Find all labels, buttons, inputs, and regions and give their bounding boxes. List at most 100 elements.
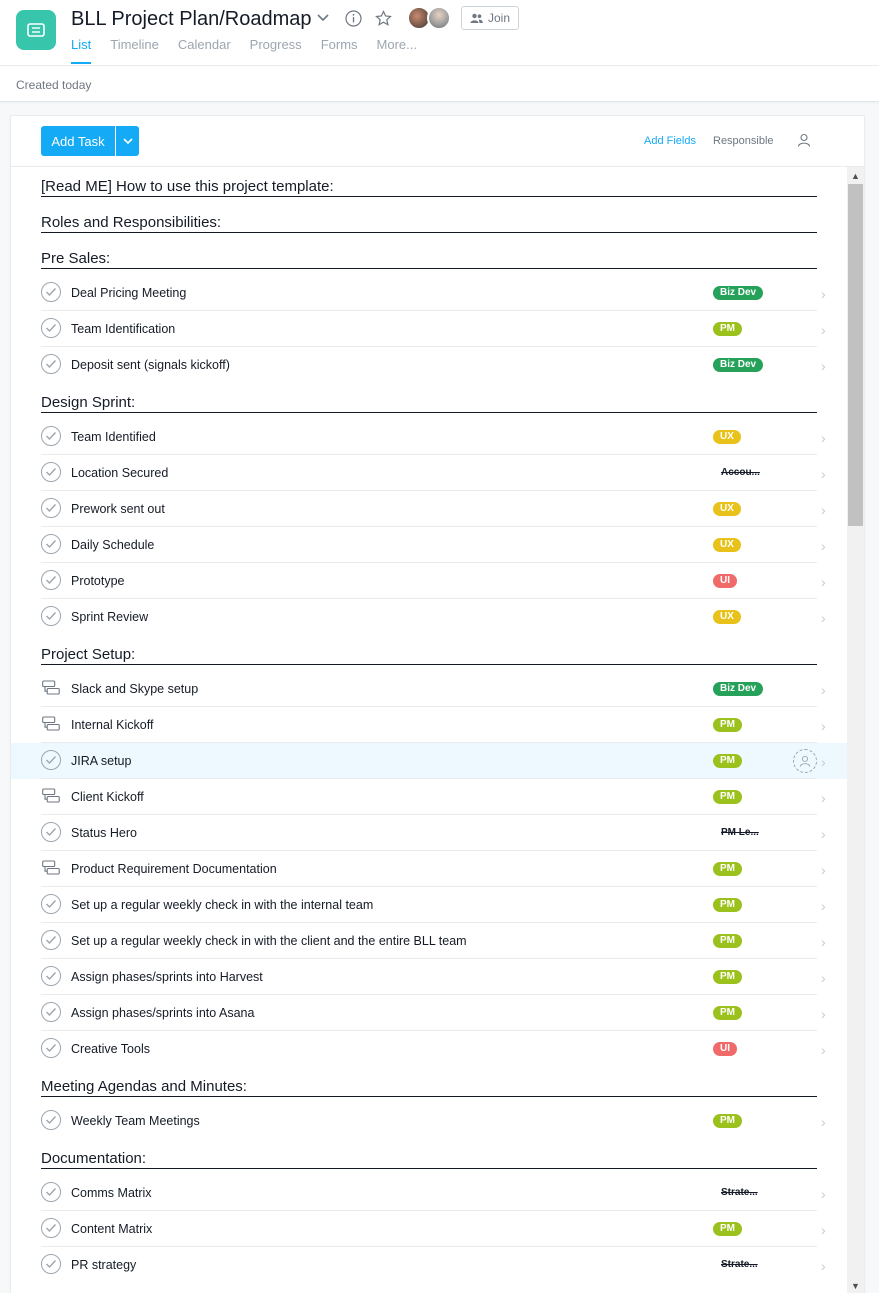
chevron-right-icon[interactable]: › [821,718,826,734]
task-name[interactable]: Assign phases/sprints into Asana [71,1006,254,1020]
chevron-right-icon[interactable]: › [821,682,826,698]
section-title[interactable]: Design Sprint: [41,394,135,411]
task-row[interactable]: Set up a regular weekly check in with th… [11,887,847,923]
task-name[interactable]: PR strategy [71,1258,136,1272]
tag-badge[interactable]: PM Le... [721,826,759,840]
task-name[interactable]: Prototype [71,574,125,588]
chevron-right-icon[interactable]: › [821,790,826,806]
task-row[interactable]: Internal Kickoff PM › [11,707,847,743]
task-row[interactable]: Deposit sent (signals kickoff) Biz Dev › [11,347,847,383]
chevron-right-icon[interactable]: › [821,898,826,914]
project-title[interactable]: BLL Project Plan/Roadmap [71,8,312,31]
task-row[interactable]: PR strategy Strate... › [11,1247,847,1283]
task-complete-checkbox[interactable] [41,318,61,338]
task-name[interactable]: Team Identification [71,322,175,336]
chevron-right-icon[interactable]: › [821,1114,826,1130]
task-row[interactable]: Status Hero PM Le... › [11,815,847,851]
tab-timeline[interactable]: Timeline [110,37,159,63]
section-header[interactable]: Meeting Agendas and Minutes: [11,1067,847,1103]
tag-badge[interactable]: PM [713,970,742,984]
tag-badge[interactable]: PM [713,718,742,732]
chevron-right-icon[interactable]: › [821,322,826,338]
section-title[interactable]: [Read ME] How to use this project templa… [41,178,334,195]
task-name[interactable]: Deposit sent (signals kickoff) [71,358,230,372]
chevron-right-icon[interactable]: › [821,358,826,374]
chevron-right-icon[interactable]: › [821,574,826,590]
task-row[interactable]: Set up a regular weekly check in with th… [11,923,847,959]
task-complete-checkbox[interactable] [41,1218,61,1238]
task-name[interactable]: Location Secured [71,466,168,480]
task-row[interactable]: Team Identified UX › [11,419,847,455]
tag-badge[interactable]: UX [713,538,741,552]
task-complete-checkbox[interactable] [41,606,61,626]
chevron-right-icon[interactable]: › [821,970,826,986]
tag-badge[interactable]: Biz Dev [713,358,764,372]
task-name[interactable]: Sprint Review [71,610,148,624]
tag-badge[interactable]: Biz Dev [713,682,764,696]
tag-badge[interactable]: PM [713,934,742,948]
task-row[interactable]: Weekly Team Meetings PM › [11,1103,847,1139]
tab-more[interactable]: More... [377,37,417,63]
task-complete-checkbox[interactable] [41,930,61,950]
chevron-right-icon[interactable]: › [821,934,826,950]
section-title[interactable]: Documentation: [41,1150,146,1167]
task-complete-checkbox[interactable] [41,1038,61,1058]
avatar[interactable] [427,6,451,30]
list-icon[interactable] [16,10,56,50]
section-title[interactable]: Roles and Responsibilities: [41,214,221,231]
task-complete-checkbox[interactable] [41,894,61,914]
assignee-placeholder-icon[interactable] [793,749,817,773]
responsible-column-header[interactable]: Responsible [713,135,774,147]
section-title[interactable]: Project Setup: [41,646,135,663]
tab-forms[interactable]: Forms [321,37,358,63]
chevron-right-icon[interactable]: › [821,1258,826,1274]
task-name[interactable]: Content Matrix [71,1222,152,1236]
tab-progress[interactable]: Progress [250,37,302,63]
tag-badge[interactable]: Accou... [721,466,760,480]
chevron-right-icon[interactable]: › [821,502,826,518]
star-icon[interactable] [374,9,392,27]
task-row[interactable]: Product Requirement Documentation PM › [11,851,847,887]
task-name[interactable]: Daily Schedule [71,538,154,552]
tag-badge[interactable]: UX [713,430,741,444]
task-complete-checkbox[interactable] [41,426,61,446]
task-row[interactable]: Prototype UI › [11,563,847,599]
task-complete-checkbox[interactable] [41,498,61,518]
task-complete-checkbox[interactable] [41,966,61,986]
add-fields-link[interactable]: Add Fields [644,135,696,147]
task-row[interactable]: Team Identification PM › [11,311,847,347]
tab-calendar[interactable]: Calendar [178,37,231,63]
chevron-right-icon[interactable]: › [821,826,826,842]
task-name[interactable]: Set up a regular weekly check in with th… [71,898,373,912]
task-row[interactable]: Prework sent out UX › [11,491,847,527]
chevron-right-icon[interactable]: › [821,430,826,446]
tag-badge[interactable]: Biz Dev [713,286,764,300]
task-complete-checkbox[interactable] [41,1110,61,1130]
task-name[interactable]: Set up a regular weekly check in with th… [71,934,467,948]
scrollbar-thumb[interactable] [848,184,863,526]
chevron-right-icon[interactable]: › [821,754,826,770]
task-complete-checkbox[interactable] [41,1254,61,1274]
chevron-right-icon[interactable]: › [821,286,826,302]
task-name[interactable]: Internal Kickoff [71,718,153,732]
task-complete-checkbox[interactable] [41,1182,61,1202]
section-header[interactable]: Documentation: [11,1139,847,1175]
task-row[interactable]: Creative Tools UI › [11,1031,847,1067]
chevron-right-icon[interactable]: › [821,610,826,626]
task-complete-checkbox[interactable] [41,750,61,770]
task-name[interactable]: Client Kickoff [71,790,144,804]
task-complete-checkbox[interactable] [41,822,61,842]
tag-badge[interactable]: UX [713,502,741,516]
task-name[interactable]: JIRA setup [71,754,131,768]
tag-badge[interactable]: PM [713,754,742,768]
task-complete-checkbox[interactable] [41,282,61,302]
task-name[interactable]: Slack and Skype setup [71,682,198,696]
task-row[interactable]: Deal Pricing Meeting Biz Dev › [11,275,847,311]
task-name[interactable]: Product Requirement Documentation [71,862,277,876]
tag-badge[interactable]: Strate... [721,1186,758,1200]
tag-badge[interactable]: UI [713,574,737,588]
task-row[interactable]: Client Kickoff PM › [11,779,847,815]
chevron-right-icon[interactable]: › [821,1042,826,1058]
task-complete-checkbox[interactable] [41,570,61,590]
scroll-up-arrow[interactable]: ▲ [847,169,864,183]
